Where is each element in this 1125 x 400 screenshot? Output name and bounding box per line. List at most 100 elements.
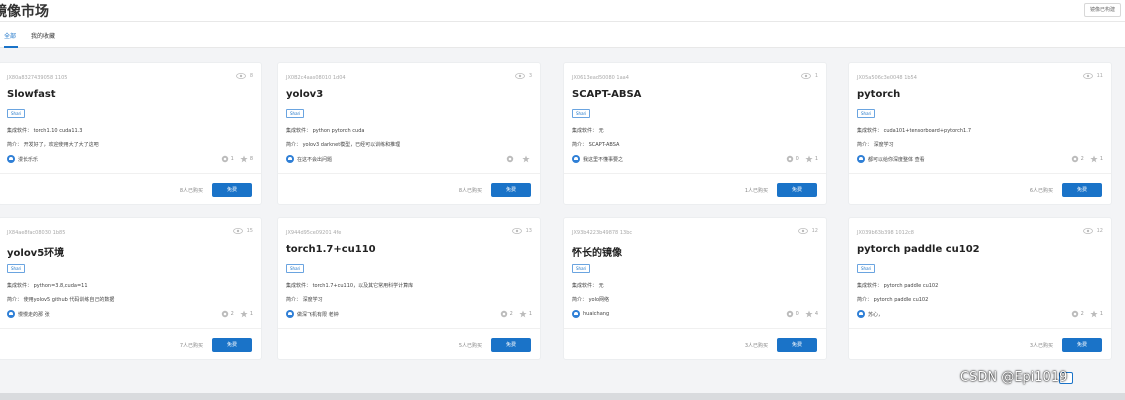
author: huaichang (572, 310, 609, 318)
author-name: 慢慢走的那 张 (18, 311, 50, 318)
image-card-7[interactable]: JX93b4223b49878 13bc 12 怀长的镜像 Shari 集成软件… (563, 217, 827, 360)
intro-line: 简介： 开发好了，欢迎使用大了大了这吧 (7, 142, 99, 148)
eye-icon (511, 228, 522, 234)
image-name[interactable]: pytorch paddle cu102 (857, 244, 980, 255)
software-line: 集成软件： python pytorch cuda (286, 128, 365, 134)
tab-favorites[interactable]: 我的收藏 (31, 31, 55, 40)
intro-line: 简介： 使用yolov5 github 代码训练自己的数据 (7, 297, 115, 303)
author-name: 做深飞机有限 老钟 (297, 311, 339, 318)
view-count: 8 (235, 73, 253, 79)
star-stat[interactable]: 1 (519, 310, 532, 318)
fork-stat[interactable]: 1 (221, 155, 234, 163)
share-tag: Shari (857, 264, 876, 273)
card-divider (564, 173, 826, 174)
share-tag: Shari (286, 264, 305, 273)
image-card-6[interactable]: JX944d95ce09201 4fe 13 torch1.7+cu110 Sh… (277, 217, 541, 360)
star-stat[interactable]: 1 (240, 310, 253, 318)
intro-line: 简介： pytorch paddle cu102 (857, 297, 929, 303)
image-card-2[interactable]: JX0B2c4aas08010 1d04 3 yolov3 Shari 集成软件… (277, 62, 541, 205)
star-icon (519, 310, 527, 318)
image-name[interactable]: yolov3 (286, 89, 323, 100)
avatar (7, 310, 15, 318)
image-card-8[interactable]: JX039b63b398 1012c8 12 pytorch paddle cu… (848, 217, 1112, 360)
eye-icon (1082, 228, 1093, 234)
star-stat[interactable]: 1 (1090, 155, 1103, 163)
view-count: 12 (1082, 228, 1103, 234)
star-stat[interactable]: 8 (240, 155, 253, 163)
image-card-4[interactable]: JX05a506c3e0048 1b54 11 pytorch Shari 集成… (848, 62, 1112, 205)
image-id: JX80a8327439058 1105 (7, 75, 68, 81)
bottom-strip (0, 393, 1125, 400)
image-name[interactable]: yolov5环境 (7, 244, 64, 259)
view-count: 1 (800, 73, 818, 79)
star-stat[interactable] (522, 155, 532, 163)
fork-stat[interactable] (506, 155, 516, 163)
intro-line: 简介： 深度学习 (286, 297, 323, 303)
tab-bar: 全部 我的收藏 (0, 22, 1125, 48)
card-stats: 2 1 (1071, 310, 1103, 318)
view-count-value: 11 (1096, 73, 1103, 79)
fork-stat[interactable]: 2 (500, 310, 513, 318)
star-stat[interactable]: 1 (1090, 310, 1103, 318)
gear-icon (221, 155, 228, 163)
card-stats: 0 4 (786, 310, 818, 318)
card-divider (278, 173, 540, 174)
star-count: 1 (528, 311, 532, 317)
fork-stat[interactable]: 0 (786, 310, 799, 318)
free-button[interactable]: 免费 (777, 338, 817, 352)
star-count: 1 (814, 156, 818, 162)
image-name[interactable]: pytorch (857, 89, 900, 100)
card-divider (278, 328, 540, 329)
share-tag: Shari (286, 109, 305, 118)
image-id: JX944d95ce09201 4fe (286, 230, 342, 236)
software-line: 集成软件： 无 (572, 128, 604, 134)
free-button[interactable]: 免费 (212, 338, 252, 352)
free-button[interactable]: 免费 (1062, 338, 1102, 352)
eye-icon (235, 73, 246, 79)
eye-icon (232, 228, 243, 234)
star-icon (240, 155, 248, 163)
star-icon (805, 155, 813, 163)
software-line: 集成软件： cuda101+tensorboard+pytorch1.7 (857, 128, 971, 134)
free-button[interactable]: 免费 (491, 183, 531, 197)
intro-line: 简介： 深度学习 (857, 142, 894, 148)
fork-stat[interactable]: 2 (221, 310, 234, 318)
avatar (286, 310, 294, 318)
free-button[interactable]: 免费 (491, 338, 531, 352)
image-name[interactable]: torch1.7+cu110 (286, 244, 376, 255)
star-stat[interactable]: 1 (805, 155, 818, 163)
software-line: 集成软件： torch1.7+cu110，以及其它常用科学计算库 (286, 283, 414, 289)
image-name[interactable]: 怀长的镜像 (572, 244, 622, 259)
view-count-value: 3 (528, 73, 532, 79)
star-icon (805, 310, 813, 318)
fork-count: 0 (795, 311, 799, 317)
card-stats: 2 1 (1071, 155, 1103, 163)
free-button[interactable]: 免费 (777, 183, 817, 197)
fork-stat[interactable]: 2 (1071, 155, 1084, 163)
gear-icon (1071, 310, 1078, 318)
fork-stat[interactable]: 2 (1071, 310, 1084, 318)
view-count-value: 12 (811, 228, 818, 234)
author: 都可以给你深度整体 查看 (857, 155, 925, 163)
image-id: JX0B2c4aas08010 1d04 (286, 75, 346, 81)
gear-icon (1071, 155, 1078, 163)
author: 我这里不懂事要之 (572, 155, 623, 163)
software-line: 集成软件： python=3.8,cuda=11 (7, 283, 88, 289)
free-button[interactable]: 免费 (212, 183, 252, 197)
image-name[interactable]: Slowfast (7, 89, 56, 100)
image-card-3[interactable]: JX0613ead50080 1aa4 1 SCAPT-ABSA Shari 集… (563, 62, 827, 205)
card-divider (849, 173, 1111, 174)
top-action-button[interactable]: 镜像已构建 (1083, 3, 1121, 17)
star-count: 4 (814, 311, 818, 317)
image-card-5[interactable]: JX84ae8fac08030 1b85 15 yolov5环境 Shari 集… (0, 217, 262, 360)
card-divider (564, 328, 826, 329)
star-stat[interactable]: 4 (805, 310, 818, 318)
image-card-1[interactable]: JX80a8327439058 1105 8 Slowfast Shari 集成… (0, 62, 262, 205)
free-button[interactable]: 免费 (1062, 183, 1102, 197)
view-count-value: 8 (249, 73, 253, 79)
tab-all[interactable]: 全部 (4, 31, 16, 40)
star-icon (1090, 310, 1098, 318)
card-divider (849, 328, 1111, 329)
fork-stat[interactable]: 0 (786, 155, 799, 163)
image-name[interactable]: SCAPT-ABSA (572, 89, 641, 100)
